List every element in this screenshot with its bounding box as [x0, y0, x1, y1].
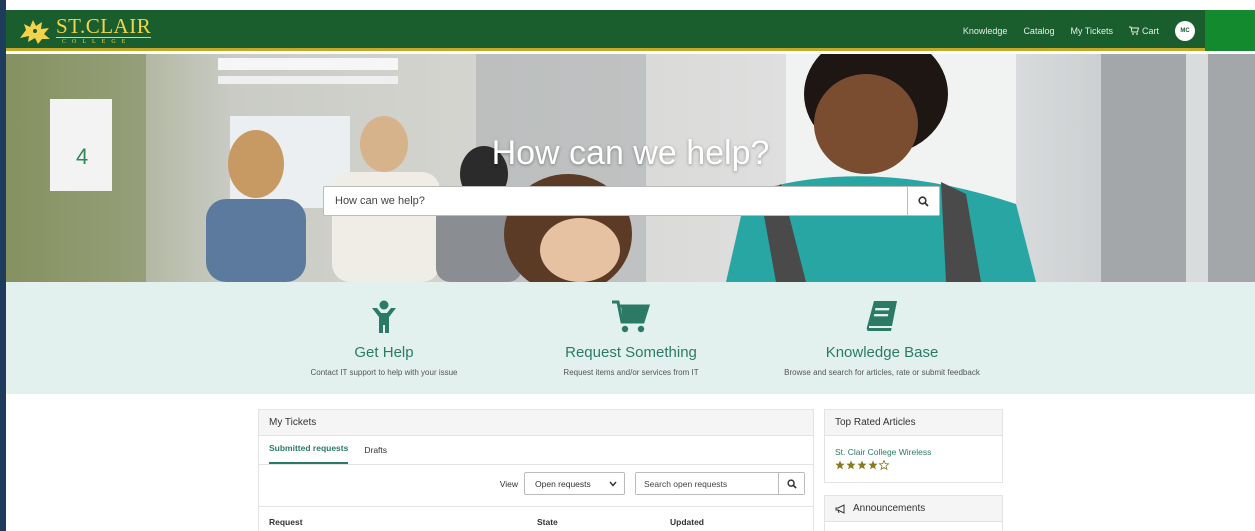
chevron-down-icon [609, 481, 617, 487]
column-header-request[interactable]: Request [269, 517, 303, 527]
tab-drafts[interactable]: Drafts [364, 445, 387, 464]
feature-get-help[interactable]: Get Help Contact IT support to help with… [254, 300, 514, 377]
panel-title: Top Rated Articles [825, 410, 1002, 436]
top-nav: Knowledge Catalog My Tickets Cart MC [963, 10, 1195, 51]
article-rating [835, 460, 1002, 470]
star-filled-icon [868, 460, 878, 470]
site-header: ST.CLAIR COLLEGE Knowledge Catalog My Ti… [6, 10, 1255, 51]
nav-catalog[interactable]: Catalog [1023, 26, 1054, 36]
feature-request-something[interactable]: Request Something Request items and/or s… [501, 300, 761, 377]
feature-desc: Browse and search for articles, rate or … [784, 368, 980, 377]
ticket-search-input[interactable] [636, 473, 778, 494]
hero-search-bar [323, 186, 940, 216]
search-icon [786, 478, 797, 489]
megaphone-icon [835, 503, 845, 514]
user-avatar[interactable]: MC [1175, 20, 1195, 41]
hero-search-input[interactable] [324, 187, 907, 215]
nav-cart-label: Cart [1141, 25, 1159, 36]
ticket-filter-row: View Open requests [500, 472, 805, 495]
top-rated-articles-panel: Top Rated Articles St. Clair College Wir… [824, 409, 1003, 483]
announcements-panel: Announcements [824, 495, 1003, 531]
search-icon [918, 195, 929, 207]
brand-text: ST.CLAIR COLLEGE [56, 14, 152, 45]
announcements-title: Announcements [853, 503, 926, 514]
feature-title: Request Something [565, 344, 697, 361]
feature-desc: Contact IT support to help with your iss… [310, 368, 458, 377]
star-filled-icon [835, 460, 845, 470]
ticket-search-button[interactable] [778, 473, 804, 494]
brand-subtitle: COLLEGE [56, 37, 152, 45]
hero-search-button[interactable] [907, 187, 939, 215]
feature-title: Get Help [354, 344, 414, 361]
ticket-table-header: Request State Updated [259, 506, 813, 531]
view-selected-value: Open requests [535, 478, 591, 489]
griffin-logo-icon [20, 19, 50, 44]
person-icon [372, 300, 396, 333]
cart-icon [1128, 26, 1139, 35]
nav-cart[interactable]: Cart [1128, 25, 1159, 36]
column-header-updated[interactable]: Updated [670, 517, 704, 527]
nav-my-tickets[interactable]: My Tickets [1070, 26, 1113, 36]
article-list: St. Clair College Wireless [825, 436, 1002, 470]
article-link[interactable]: St. Clair College Wireless [835, 447, 1002, 457]
view-label: View [499, 478, 518, 489]
hero-banner: 4 How can we help? [6, 54, 1255, 282]
star-filled-icon [846, 460, 856, 470]
brand-name: ST.CLAIR [56, 14, 152, 38]
feature-title: Knowledge Base [825, 344, 939, 361]
hero-title: How can we help? [491, 134, 770, 172]
my-tickets-panel: My Tickets Submitted requests Drafts Vie… [258, 409, 814, 531]
star-empty-icon [879, 460, 889, 470]
panel-title: Announcements [825, 496, 1002, 522]
feature-knowledge-base[interactable]: Knowledge Base Browse and search for art… [752, 300, 1012, 377]
feature-band: Get Help Contact IT support to help with… [6, 282, 1255, 394]
view-select[interactable]: Open requests [524, 472, 625, 495]
header-accent-block [1205, 10, 1255, 51]
window-top-strip [0, 0, 1255, 10]
ticket-search [635, 472, 805, 495]
book-icon [866, 301, 897, 331]
column-header-state[interactable]: State [537, 517, 558, 527]
panel-title: My Tickets [259, 410, 813, 436]
nav-knowledge[interactable]: Knowledge [963, 26, 1008, 36]
star-filled-icon [857, 460, 867, 470]
ticket-tabs: Submitted requests Drafts [259, 436, 813, 465]
tab-submitted-requests[interactable]: Submitted requests [269, 443, 349, 464]
feature-desc: Request items and/or services from IT [563, 368, 699, 377]
college-logo[interactable]: ST.CLAIR COLLEGE [18, 14, 152, 47]
cart-icon [612, 300, 650, 333]
